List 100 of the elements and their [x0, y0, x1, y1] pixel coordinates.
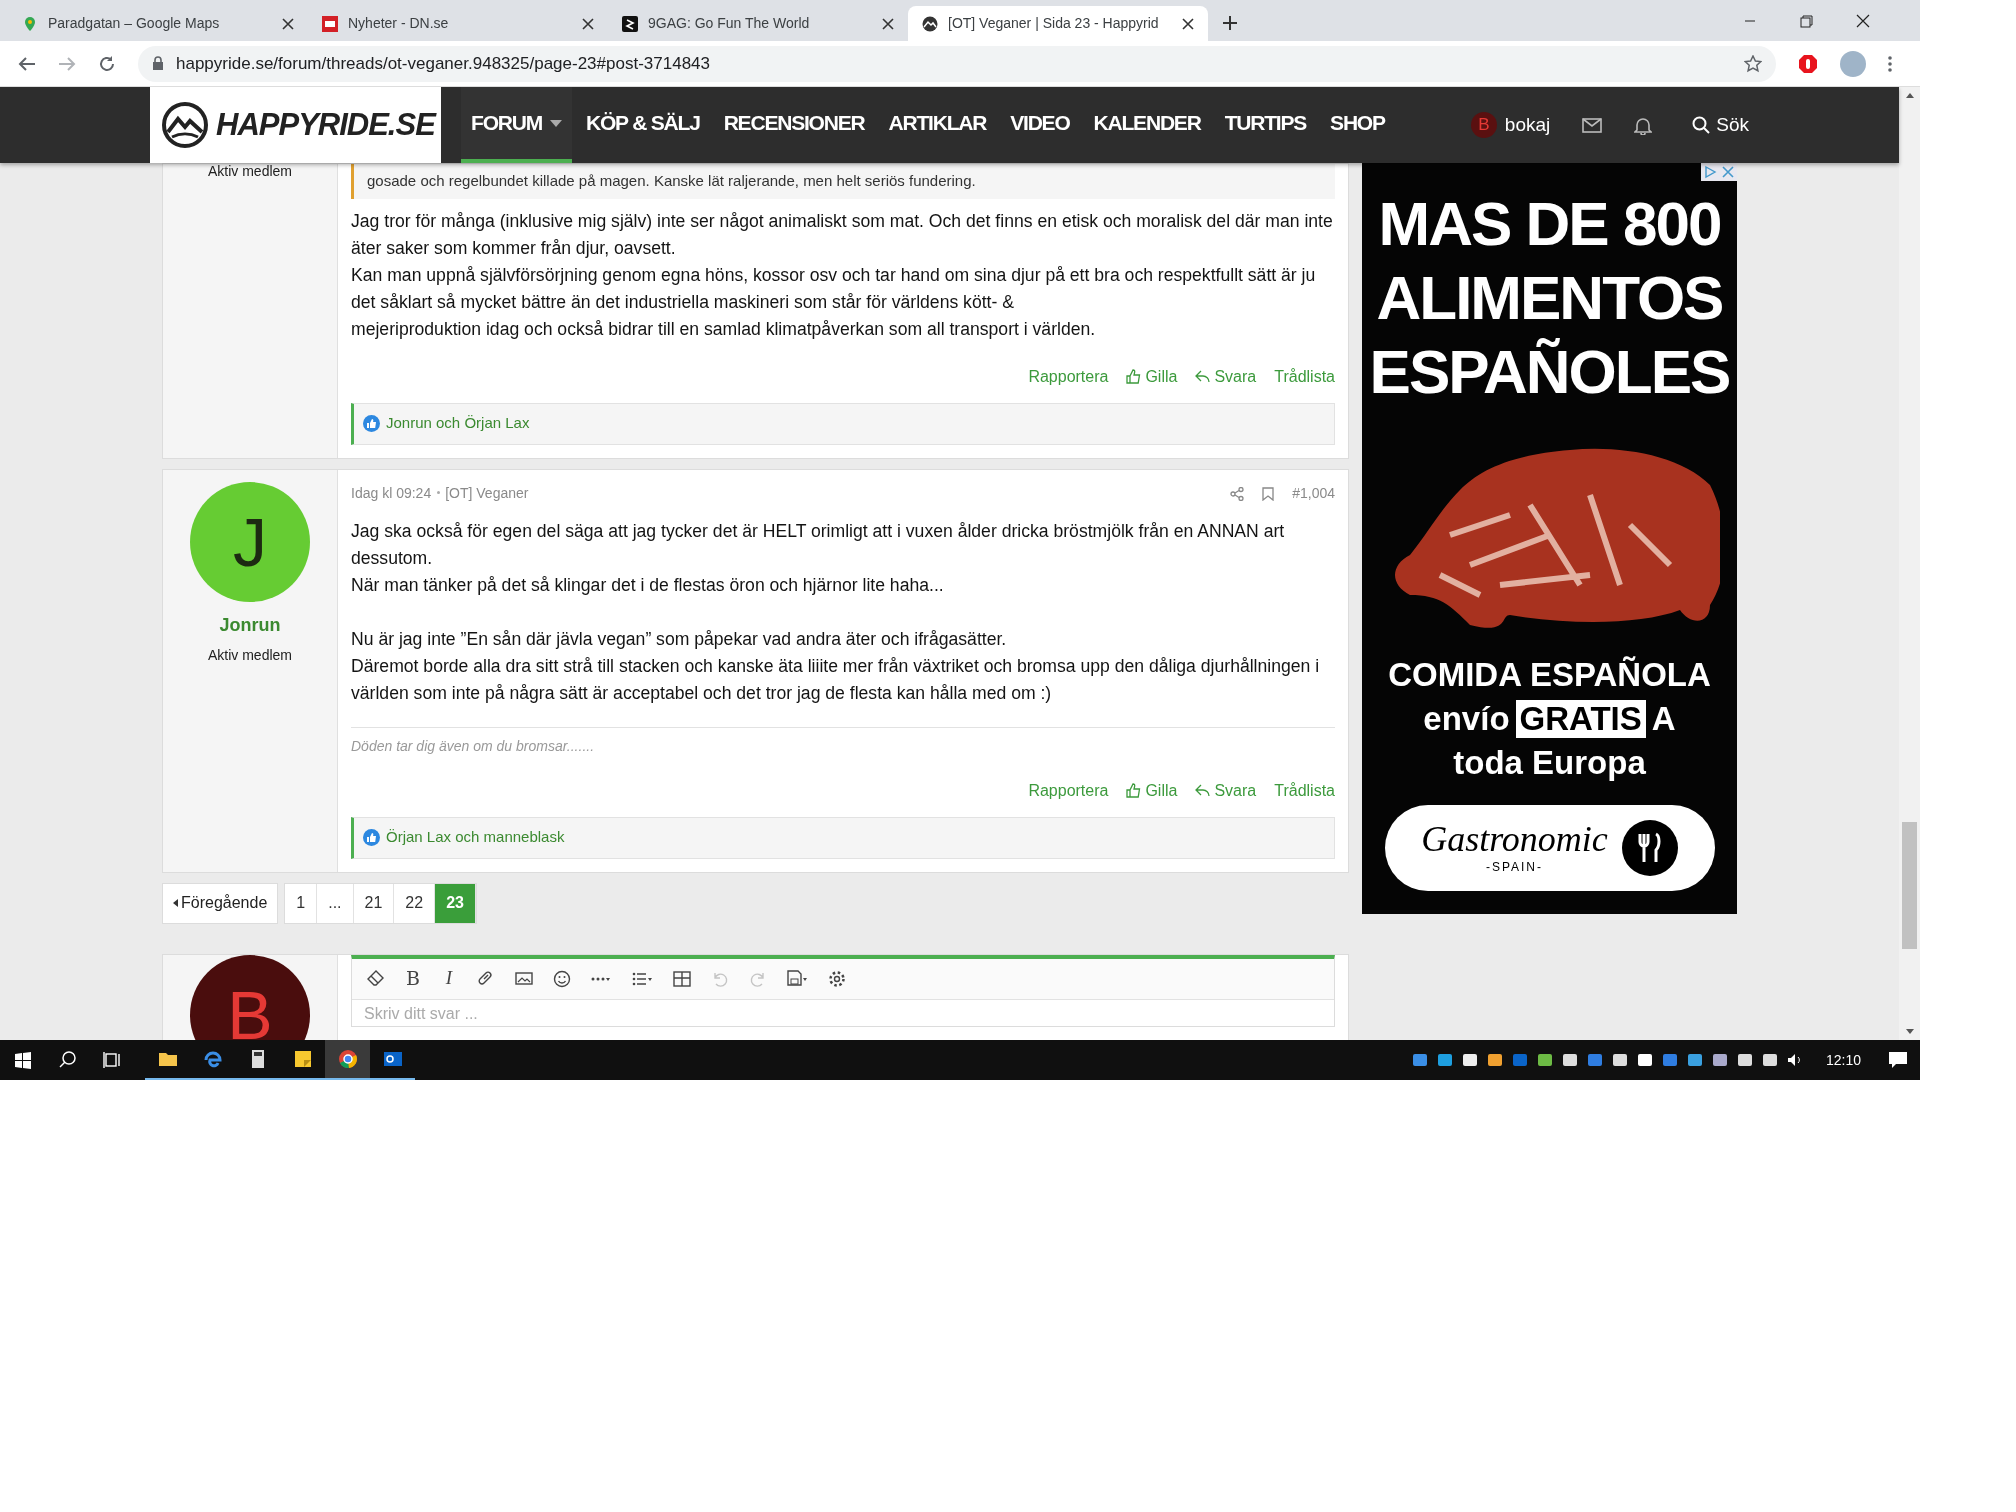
nav-link[interactable]: TURTIPS — [1214, 87, 1317, 163]
user-avatar[interactable]: B — [190, 954, 310, 1040]
tab-title: 9GAG: Go Fun The World — [648, 14, 811, 33]
fork-knife-icon — [1621, 820, 1678, 876]
settings-icon[interactable] — [828, 969, 846, 988]
page-button[interactable]: ... — [317, 883, 354, 923]
author-name[interactable]: Jonrun — [219, 611, 281, 639]
scrollbar[interactable] — [1899, 87, 1920, 1040]
sticky-note-icon[interactable] — [292, 1049, 313, 1069]
post-action-link[interactable]: Gilla — [1126, 778, 1178, 803]
image-icon[interactable] — [515, 969, 533, 988]
user-role: Aktiv medlem — [208, 164, 292, 178]
page-button[interactable]: 21 — [353, 883, 395, 923]
clock-text[interactable]: 12:10 — [1825, 1049, 1861, 1071]
close-icon[interactable] — [282, 17, 294, 30]
bookmark-icon[interactable] — [1262, 486, 1275, 501]
post-action-link[interactable]: Rapportera — [1028, 778, 1109, 803]
link-icon[interactable] — [477, 969, 495, 988]
tray-icon[interactable] — [1536, 1052, 1553, 1068]
close-icon[interactable] — [1182, 17, 1194, 30]
nav-link[interactable]: KÖP & SÄLJ — [576, 87, 710, 163]
browser-tab[interactable]: [OT] Veganer | Sida 23 - Happyrid — [908, 6, 1208, 41]
mountain-logo-icon — [162, 102, 208, 148]
star-icon[interactable] — [1744, 54, 1762, 73]
bell-icon[interactable] — [1634, 115, 1653, 135]
post-action-link[interactable]: Trådlista — [1274, 364, 1335, 389]
ad-headline: ALIMENTOS — [1376, 262, 1723, 334]
caret-left-icon — [173, 899, 178, 907]
smiley-icon[interactable] — [553, 969, 571, 988]
thread-title[interactable]: [OT] Veganer — [437, 483, 529, 504]
likes-text[interactable]: Jonrun och Örjan Lax — [386, 412, 530, 435]
save-dropdown-icon[interactable] — [787, 969, 808, 988]
thumbs-up-icon — [363, 829, 380, 846]
nav-link[interactable]: ARTIKLAR — [878, 87, 997, 163]
eraser-icon[interactable] — [367, 969, 385, 988]
address-bar[interactable]: happyride.se/forum/threads/ot-veganer.948325/page-23#post-3714843 — [138, 45, 1776, 82]
task-view-icon[interactable] — [102, 1050, 123, 1070]
edge-browser-icon[interactable] — [202, 1049, 223, 1069]
post-date[interactable]: Idag kl 09:24 — [351, 483, 432, 504]
username-link[interactable]: bokaj — [1504, 110, 1551, 140]
scroll-up-icon[interactable] — [1904, 91, 1915, 99]
previous-page-button[interactable]: Föregående — [162, 882, 279, 924]
quote-text: gosade och regelbundet killade på magen. Kanske lät raljerande, men helt seriös fundering. — [351, 164, 1335, 199]
kebab-menu-icon[interactable] — [1888, 55, 1892, 72]
tab-title: [OT] Veganer | Sida 23 - Happyrid — [948, 14, 1160, 33]
nav-link[interactable]: RECENSIONER — [713, 87, 875, 163]
site-logo[interactable]: HAPPYRIDE.SE — [150, 87, 441, 163]
post-text: Jag tror för många (inklusive mig själv) inte ser något animaliskt som mat. Och det finns en etisk och moralisk del där man inte äter saker som kommer från djur, oavsett. — [351, 209, 1334, 260]
reload-icon[interactable] — [98, 54, 116, 73]
post-action-link[interactable]: Gilla — [1126, 364, 1178, 389]
stop-sign-icon[interactable] — [1798, 53, 1818, 74]
user-avatar[interactable]: J — [190, 481, 310, 602]
bold-button[interactable]: B — [398, 964, 428, 993]
advertisement-banner[interactable]: MAS DE 800 ALIMENTOS ESPAÑOLES COMIDA ESPAÑOLA envío GRATIS A toda Europa Gastronomic -SPAIN- — [1362, 163, 1737, 914]
tray-icon[interactable] — [1461, 1052, 1478, 1068]
ad-headline: MAS DE 800 — [1378, 188, 1721, 260]
nav-link[interactable]: KALENDER — [1083, 87, 1211, 163]
close-icon[interactable] — [582, 17, 594, 30]
ad-choices-icon[interactable] — [1701, 163, 1719, 181]
search-button[interactable]: Sök — [1692, 110, 1749, 140]
nav-link[interactable]: SHOP — [1320, 87, 1395, 163]
mail-icon[interactable] — [1582, 117, 1603, 133]
table-icon[interactable] — [673, 969, 691, 988]
tray-icon[interactable] — [1436, 1052, 1453, 1068]
mail-app-icon[interactable] — [382, 1049, 403, 1069]
tray-icon[interactable] — [1636, 1052, 1653, 1068]
search-icon[interactable] — [57, 1050, 78, 1070]
share-icon[interactable] — [1230, 486, 1245, 501]
scroll-down-icon[interactable] — [1904, 1028, 1915, 1036]
tray-icon[interactable] — [1611, 1052, 1628, 1068]
chrome-browser-icon[interactable] — [337, 1049, 358, 1069]
post-action-link[interactable]: Svara — [1195, 778, 1257, 803]
tray-icon[interactable] — [1486, 1052, 1503, 1068]
italic-button[interactable]: I — [434, 964, 464, 993]
close-icon[interactable] — [882, 17, 894, 30]
post-action-link[interactable]: Trådlista — [1274, 778, 1335, 803]
nav-link[interactable]: FORUM — [461, 87, 572, 163]
tray-icon[interactable] — [1736, 1052, 1753, 1068]
new-tab-icon[interactable] — [1222, 15, 1238, 31]
windows-logo-icon[interactable] — [12, 1050, 33, 1070]
signature-text: Döden tar dig även om du bromsar....... — [351, 726, 1335, 757]
thumbs-up-icon — [363, 415, 380, 432]
post-number-link[interactable]: #1,004 — [1292, 483, 1335, 504]
ad-headline: ESPAÑOLES — [1369, 336, 1730, 408]
tray-icon[interactable] — [1561, 1052, 1578, 1068]
post-action-link[interactable]: Rapportera — [1028, 364, 1109, 389]
user-role: Aktiv medlem — [208, 645, 292, 665]
page-button[interactable]: 1 — [285, 883, 318, 923]
likes-text[interactable]: Örjan Lax och manneblask — [386, 826, 565, 849]
brand-subtitle: -SPAIN- — [1485, 859, 1544, 876]
tray-icon[interactable] — [1761, 1052, 1778, 1068]
scrollbar-thumb[interactable] — [1902, 822, 1917, 949]
notifications-icon[interactable] — [1888, 1051, 1908, 1069]
nav-link[interactable]: VIDEO — [1000, 87, 1080, 163]
back-icon[interactable] — [18, 55, 36, 72]
speaker-icon[interactable] — [1786, 1052, 1803, 1068]
post-action-link[interactable]: Svara — [1195, 364, 1257, 389]
tray-icon[interactable] — [1686, 1052, 1703, 1068]
reply-arrow-icon — [1195, 370, 1211, 383]
tray-icon[interactable] — [1711, 1052, 1728, 1068]
